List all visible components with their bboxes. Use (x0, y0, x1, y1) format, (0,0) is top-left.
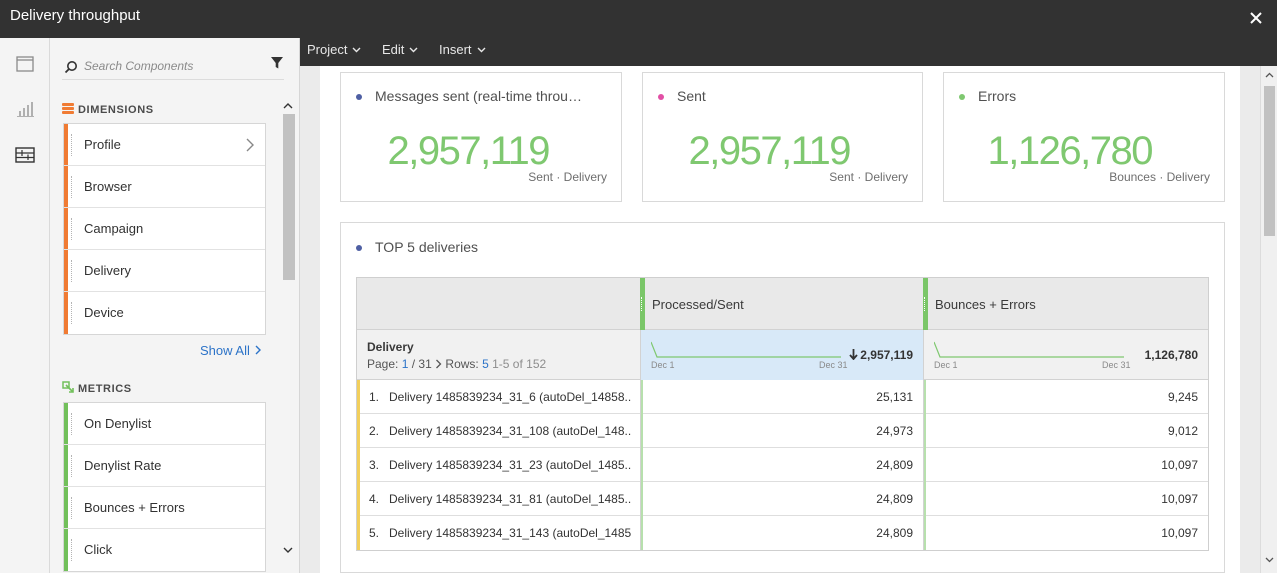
sort-descending-icon[interactable] (849, 349, 858, 360)
table-row[interactable]: 4. Delivery 1485839234_31_81 (autoDel_148… (357, 482, 1208, 516)
components-panel: DIMENSIONS Profile Browser Campaign Deli… (50, 38, 300, 573)
freeform-title: TOP 5 deliveries (375, 239, 478, 255)
summary-card-messages-sent[interactable]: Messages sent (real-time throug... 2,957… (340, 72, 622, 202)
summary-card-errors[interactable]: Errors 1,126,780 Bounces · Delivery (943, 72, 1225, 202)
chevron-down-icon (477, 47, 486, 53)
card-label: Errors (978, 88, 1017, 104)
card-sub: Sent · Delivery (829, 170, 908, 184)
dimension-label: Profile (84, 137, 121, 152)
column-summary-bounces-errors[interactable]: Dec 1 Dec 31 1,126,780 (923, 330, 1208, 380)
pager: Page: 1 / 31 Rows: 5 1-5 of 152 (367, 357, 547, 371)
dimension-label: Device (84, 305, 124, 320)
series-dot (959, 94, 965, 100)
table-row[interactable]: 3. Delivery 1485839234_31_23 (autoDel_148… (357, 448, 1208, 482)
card-sub: Bounces · Delivery (1109, 170, 1210, 184)
table-row[interactable]: 1. Delivery 1485839234_31_6 (autoDel_1485… (357, 380, 1208, 414)
table-row[interactable]: 2. Delivery 1485839234_31_108 (autoDel_14… (357, 414, 1208, 448)
metric-item-on-denylist[interactable]: On Denylist (64, 403, 265, 445)
summary-card-sent[interactable]: Sent 2,957,119 Sent · Delivery (642, 72, 923, 202)
card-label: Messages sent (real-time throug... (375, 88, 585, 104)
dimension-header: Delivery Page: 1 / 31 Rows: 5 1-5 of 152 (357, 330, 640, 380)
metric-item-click[interactable]: Click (64, 529, 265, 571)
table-summary-row: Delivery Page: 1 / 31 Rows: 5 1-5 of 152… (357, 330, 1208, 380)
visualizations-icon[interactable] (15, 99, 35, 119)
menu-edit[interactable]: Edit (382, 42, 418, 57)
metric-icon (62, 381, 74, 393)
series-dot (658, 94, 664, 100)
dimension-item-browser[interactable]: Browser (64, 166, 265, 208)
scroll-up-icon[interactable] (1264, 70, 1275, 81)
metric-item-bounces-errors[interactable]: Bounces + Errors (64, 487, 265, 529)
search-icon (64, 61, 77, 74)
dimension-label: Campaign (84, 221, 144, 236)
panels-icon[interactable] (15, 54, 35, 74)
metrics-heading: METRICS (62, 381, 132, 395)
chevron-right-icon[interactable] (245, 138, 255, 152)
column-header-processed-sent[interactable]: Processed/Sent (640, 278, 923, 330)
dimension-label: Browser (84, 179, 132, 194)
freeform-table-panel: TOP 5 deliveries Processed/Sent Bounces … (340, 222, 1225, 573)
metric-label: On Denylist (84, 416, 152, 431)
search-bar (62, 52, 284, 80)
dimension-icon (62, 103, 74, 114)
table-header-row: Processed/Sent Bounces + Errors (357, 278, 1208, 330)
metric-label: Bounces + Errors (84, 500, 185, 515)
chevron-right-icon (255, 345, 261, 355)
column-header-bounces-errors[interactable]: Bounces + Errors (923, 278, 1208, 330)
dimension-label: Delivery (84, 263, 131, 278)
metric-label: Click (84, 542, 113, 557)
show-all-link[interactable]: Show All (200, 343, 262, 358)
panel-scrollbar[interactable] (281, 98, 295, 558)
dimensions-list: Profile Browser Campaign Delivery Device (63, 123, 266, 335)
series-dot (356, 94, 362, 100)
card-value: 2,957,119 (688, 129, 852, 173)
canvas-scrollbar[interactable] (1260, 66, 1277, 573)
card-value: 1,126,780 (987, 129, 1154, 173)
project-canvas: Messages sent (real-time throug... 2,957… (300, 66, 1260, 573)
panel-scroll-thumb[interactable] (283, 114, 295, 280)
dimension-item-profile[interactable]: Profile (64, 124, 265, 166)
metric-item-denylist-rate[interactable]: Denylist Rate (64, 445, 265, 487)
dimension-item-campaign[interactable]: Campaign (64, 208, 265, 250)
card-label: Sent (677, 88, 706, 104)
freeform-table: Processed/Sent Bounces + Errors Delivery… (356, 277, 1209, 551)
dimension-item-delivery[interactable]: Delivery (64, 250, 265, 292)
filter-icon[interactable] (270, 56, 284, 70)
search-input[interactable] (84, 56, 254, 76)
series-dot (356, 245, 362, 251)
metrics-list: On Denylist Denylist Rate Bounces + Erro… (63, 402, 266, 572)
menu-insert[interactable]: Insert (439, 42, 486, 57)
dimensions-heading: DIMENSIONS (62, 102, 154, 116)
window-title: Delivery throughput (10, 7, 141, 24)
dimension-name: Delivery (367, 340, 414, 354)
left-rail (0, 38, 50, 573)
sparkline (934, 341, 1124, 358)
scroll-up-icon[interactable] (282, 100, 294, 112)
menu-bar: Project Edit Insert (300, 38, 1277, 66)
menu-project[interactable]: Project (307, 42, 361, 57)
column-total: 2,957,119 (849, 348, 913, 362)
card-sub: Sent · Delivery (528, 170, 607, 184)
table-row[interactable]: 5. Delivery 1485839234_31_143 (autoDel_14… (357, 516, 1208, 550)
title-bar: Delivery throughput (0, 0, 1277, 38)
column-total: 1,126,780 (1144, 348, 1198, 362)
rows-per-page[interactable]: 5 (482, 357, 489, 371)
metric-label: Denylist Rate (84, 458, 162, 473)
scroll-down-icon[interactable] (282, 544, 294, 556)
card-value: 2,957,119 (387, 129, 551, 173)
sparkline (651, 341, 841, 358)
scroll-down-icon[interactable] (1264, 554, 1275, 565)
chevron-down-icon (352, 47, 361, 53)
column-summary-processed-sent[interactable]: Dec 1 Dec 31 2,957,119 (640, 330, 923, 380)
dimension-item-device[interactable]: Device (64, 292, 265, 334)
close-icon[interactable] (1247, 9, 1265, 27)
chevron-down-icon (409, 47, 418, 53)
components-icon[interactable] (15, 145, 35, 165)
canvas-scroll-thumb[interactable] (1264, 86, 1275, 236)
